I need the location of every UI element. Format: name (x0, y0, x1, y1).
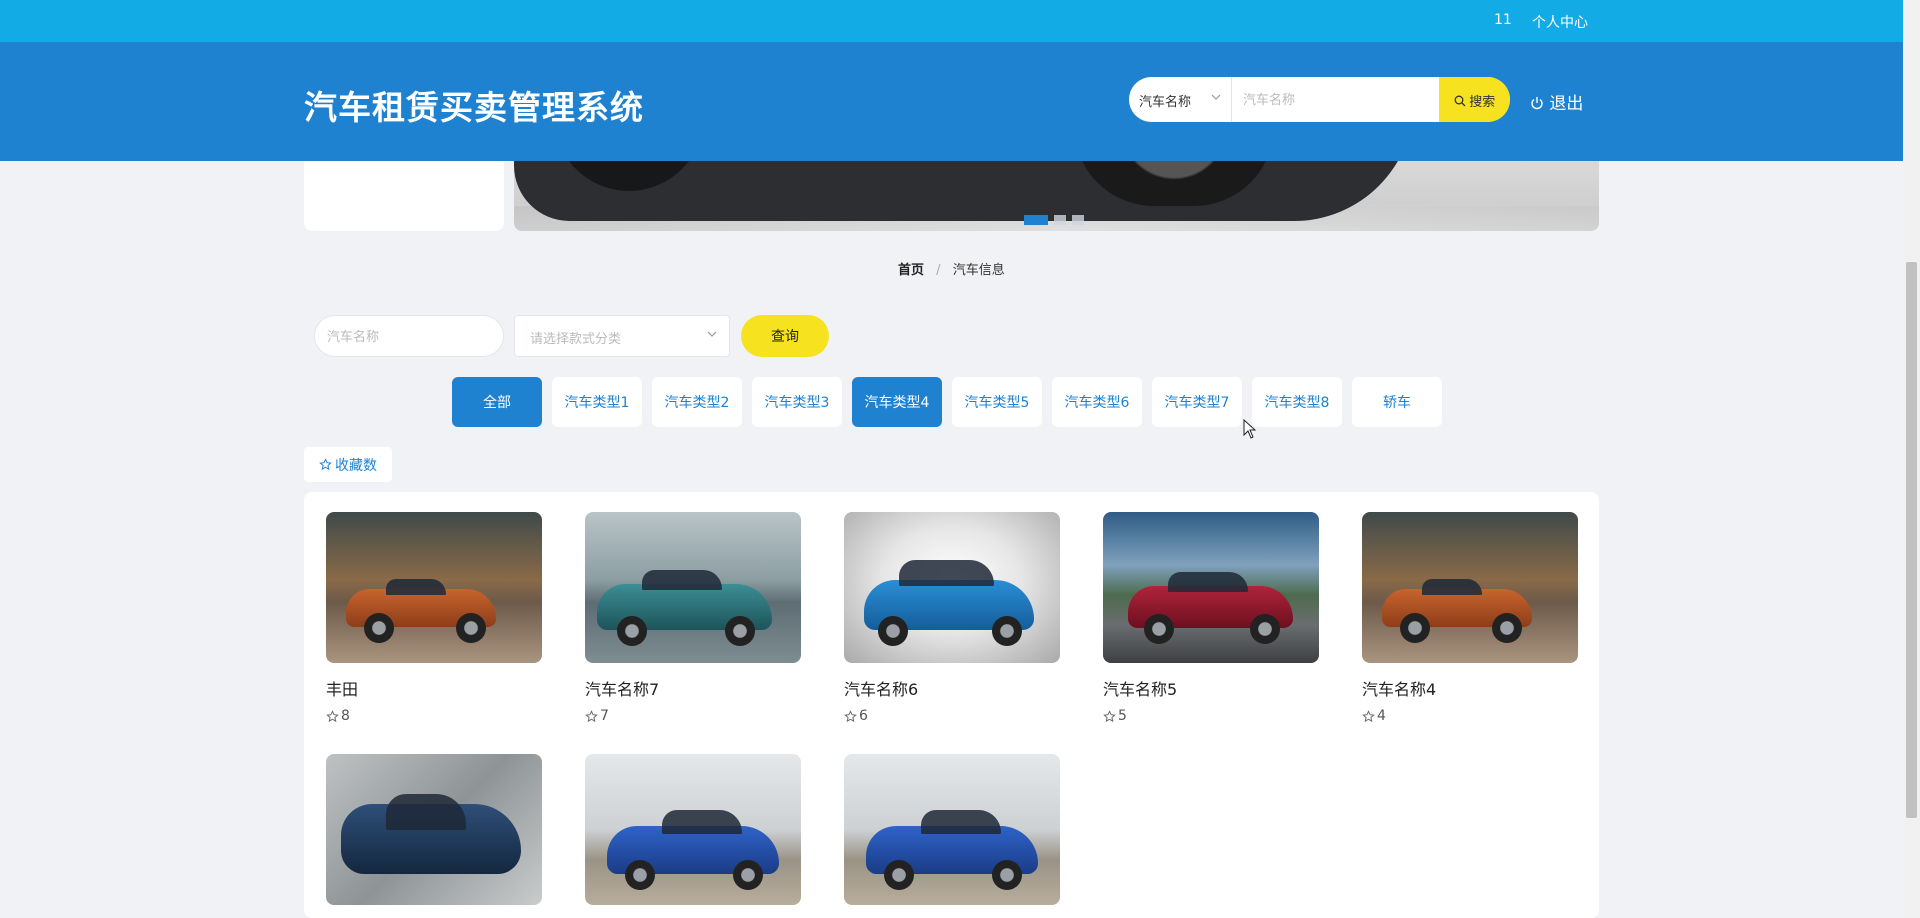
product-list: 丰田 8 汽车名称7 7 汽车名称6 6 汽车名称5 5 汽车名称4 4 (304, 492, 1599, 918)
product-image[interactable] (1362, 512, 1578, 663)
site-header: 汽车租赁买卖管理系统 汽车名称 搜索 退出 (0, 42, 1903, 161)
personal-center-link[interactable]: 个人中心 (1532, 12, 1588, 32)
header-search: 汽车名称 搜索 (1129, 77, 1510, 122)
breadcrumb-separator: / (936, 263, 941, 278)
product-image[interactable] (326, 754, 542, 905)
carousel-indicators (1024, 215, 1084, 225)
carousel-dot-1[interactable] (1024, 215, 1048, 225)
product-image[interactable] (844, 754, 1060, 905)
header-search-button[interactable]: 搜索 (1439, 77, 1510, 122)
product-card[interactable] (326, 754, 542, 905)
breadcrumb: 首页 / 汽车信息 (898, 259, 1005, 278)
logout-button[interactable]: 退出 (1530, 89, 1583, 114)
product-favorites: 5 (1103, 708, 1319, 724)
search-field-select[interactable]: 汽车名称 (1129, 77, 1232, 122)
mouse-cursor-icon (1243, 419, 1257, 439)
star-icon (326, 709, 339, 722)
chevron-down-icon (707, 328, 717, 342)
tab-car-type-1[interactable]: 汽车类型1 (552, 377, 642, 427)
star-icon (1103, 709, 1116, 722)
product-title[interactable]: 汽车名称5 (1103, 676, 1319, 700)
tab-car-type-7[interactable]: 汽车类型7 (1152, 377, 1242, 427)
top-bar: 11 个人中心 (0, 0, 1903, 42)
favorite-count: 4 (1377, 708, 1386, 724)
style-category-select[interactable]: 请选择款式分类 (514, 315, 730, 357)
product-title[interactable]: 汽车名称7 (585, 676, 801, 700)
product-card[interactable]: 汽车名称7 7 (585, 512, 801, 724)
product-image[interactable] (585, 754, 801, 905)
breadcrumb-current: 汽车信息 (952, 263, 1005, 278)
product-title[interactable]: 汽车名称6 (844, 676, 1060, 700)
tab-car-type-4[interactable]: 汽车类型4 (852, 377, 942, 427)
product-card[interactable]: 汽车名称6 6 (844, 512, 1060, 724)
product-card[interactable] (844, 754, 1060, 905)
sort-label: 收藏数 (335, 457, 377, 474)
tab-car-type-2[interactable]: 汽车类型2 (652, 377, 742, 427)
product-card[interactable]: 丰田 8 (326, 512, 542, 724)
scrollbar-thumb[interactable] (1906, 262, 1917, 818)
star-icon (585, 709, 598, 722)
product-card[interactable]: 汽车名称5 5 (1103, 512, 1319, 724)
favorite-count: 7 (600, 708, 609, 724)
carousel-dot-2[interactable] (1054, 215, 1066, 225)
breadcrumb-home[interactable]: 首页 (898, 263, 924, 278)
search-button-label: 搜索 (1469, 93, 1496, 109)
product-favorites: 8 (326, 708, 542, 724)
query-button[interactable]: 查询 (741, 315, 829, 357)
product-card[interactable] (585, 754, 801, 905)
tab-sedan[interactable]: 轿车 (1352, 377, 1442, 427)
header-search-input[interactable] (1233, 77, 1443, 122)
product-favorites: 4 (1362, 708, 1578, 724)
username-label: 11 (1494, 12, 1512, 28)
search-icon (1454, 95, 1466, 106)
logout-label: 退出 (1549, 94, 1584, 114)
carousel-dot-3[interactable] (1072, 215, 1084, 225)
tab-car-type-6[interactable]: 汽车类型6 (1052, 377, 1142, 427)
product-image[interactable] (1103, 512, 1319, 663)
star-icon (1362, 709, 1375, 722)
product-title[interactable]: 丰田 (326, 676, 542, 700)
category-tabs: 全部 汽车类型1 汽车类型2 汽车类型3 汽车类型4 汽车类型5 汽车类型6 汽… (452, 377, 1442, 427)
product-image[interactable] (585, 512, 801, 663)
banner-side-card (304, 161, 504, 231)
style-category-placeholder: 请选择款式分类 (530, 332, 622, 347)
product-favorites: 6 (844, 708, 1060, 724)
product-favorites: 7 (585, 708, 801, 724)
search-field-select-value: 汽车名称 (1139, 95, 1192, 110)
chevron-down-icon (1211, 91, 1221, 105)
product-image[interactable] (326, 512, 542, 663)
favorite-count: 6 (859, 708, 868, 724)
star-icon (844, 709, 857, 722)
tab-car-type-3[interactable]: 汽车类型3 (752, 377, 842, 427)
sort-by-favorites-button[interactable]: 收藏数 (304, 447, 392, 482)
product-title[interactable]: 汽车名称4 (1362, 676, 1578, 700)
tab-car-type-8[interactable]: 汽车类型8 (1252, 377, 1342, 427)
favorite-count: 5 (1118, 708, 1127, 724)
tab-car-type-5[interactable]: 汽车类型5 (952, 377, 1042, 427)
car-name-filter-input[interactable] (314, 315, 504, 357)
product-card[interactable]: 汽车名称4 4 (1362, 512, 1578, 724)
power-icon (1531, 97, 1543, 110)
tab-all[interactable]: 全部 (452, 377, 542, 427)
favorite-count: 8 (341, 708, 350, 724)
product-image[interactable] (844, 512, 1060, 663)
star-icon (319, 458, 332, 471)
site-title: 汽车租赁买卖管理系统 (304, 88, 644, 127)
